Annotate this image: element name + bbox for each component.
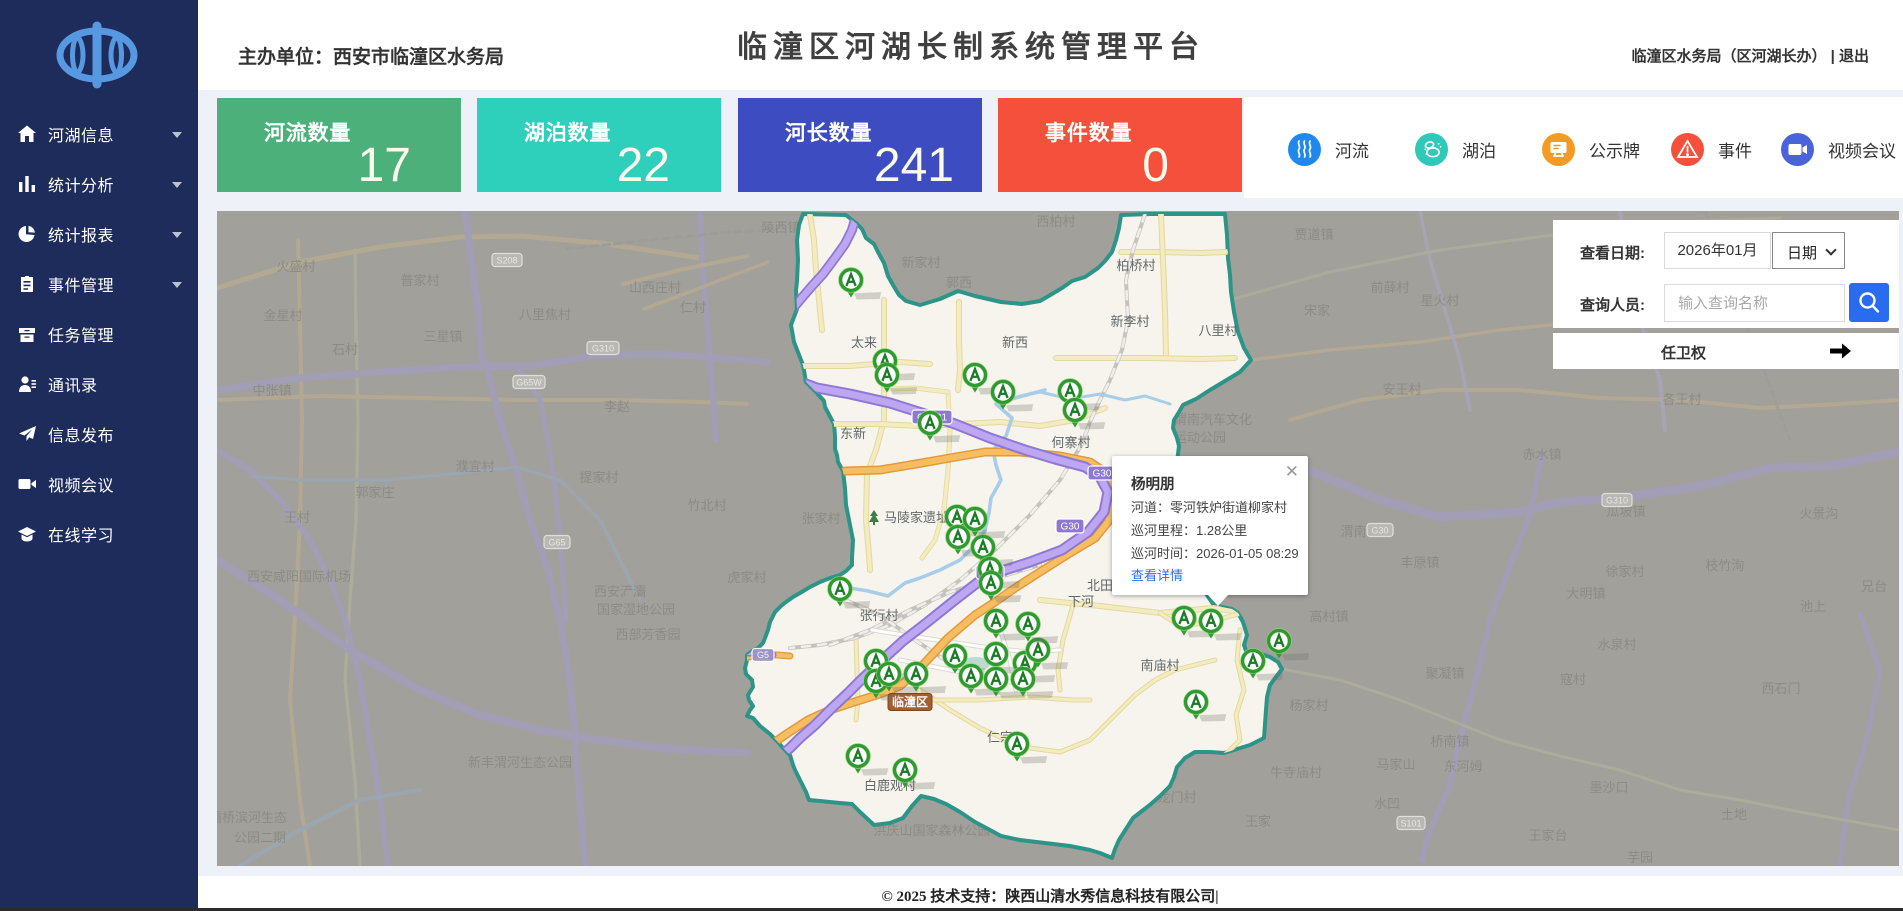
svg-text:提家村: 提家村 (579, 470, 618, 485)
svg-text:灞桥滨河生态: 灞桥滨河生态 (217, 810, 287, 825)
svg-text:G30: G30 (1093, 469, 1112, 480)
svg-text:金星村: 金星村 (263, 308, 302, 323)
svg-text:新家村: 新家村 (901, 255, 940, 270)
svg-text:运动公园: 运动公园 (1174, 430, 1226, 445)
svg-text:芋园: 芋园 (1627, 850, 1653, 865)
svg-text:S101: S101 (1400, 818, 1421, 828)
svg-text:东河姆: 东河姆 (1443, 759, 1482, 774)
svg-text:聚凝镇: 聚凝镇 (1425, 666, 1464, 681)
svg-text:寇村: 寇村 (1560, 672, 1586, 687)
svg-text:东新: 东新 (840, 426, 866, 441)
svg-text:石村: 石村 (332, 342, 358, 357)
svg-text:陵西镇: 陵西镇 (761, 220, 800, 235)
svg-text:南庙村: 南庙村 (1140, 658, 1179, 673)
svg-text:前薛村: 前薛村 (1370, 280, 1409, 295)
svg-text:枝竹洵: 枝竹洵 (1705, 558, 1744, 573)
svg-text:桥南镇: 桥南镇 (1430, 734, 1469, 749)
svg-text:西石门: 西石门 (1761, 681, 1800, 696)
svg-text:G65W: G65W (516, 377, 542, 387)
svg-text:G310: G310 (1606, 495, 1628, 505)
svg-text:水泉村: 水泉村 (1597, 637, 1636, 652)
svg-text:王家: 王家 (1245, 814, 1271, 829)
svg-text:八里焦村: 八里焦村 (519, 307, 571, 322)
svg-text:下河: 下河 (1068, 594, 1094, 609)
svg-text:国家湿地公园: 国家湿地公园 (597, 602, 675, 617)
svg-text:西柏村: 西柏村 (1036, 214, 1075, 229)
svg-text:杨家村: 杨家村 (1289, 698, 1328, 713)
svg-text:郭西: 郭西 (946, 275, 972, 290)
svg-text:安王村: 安王村 (1382, 382, 1421, 397)
svg-text:马家山: 马家山 (1376, 757, 1415, 772)
svg-text:丰原镇: 丰原镇 (1400, 555, 1439, 570)
svg-text:墨沙口: 墨沙口 (1589, 780, 1628, 795)
svg-text:火景沟: 火景沟 (1799, 506, 1838, 521)
svg-text:普家村: 普家村 (400, 273, 439, 288)
svg-text:洪庆山国家森林公园: 洪庆山国家森林公园 (873, 823, 990, 838)
svg-text:赤水镇: 赤水镇 (1522, 447, 1561, 462)
svg-text:郭家庄: 郭家庄 (355, 485, 394, 500)
svg-text:公园二期: 公园二期 (234, 830, 286, 845)
svg-text:高村镇: 高村镇 (1309, 609, 1348, 624)
svg-text:王村: 王村 (284, 510, 310, 525)
svg-text:渭南汽车文化: 渭南汽车文化 (1174, 412, 1252, 427)
svg-text:S208: S208 (496, 255, 517, 265)
svg-text:王家台: 王家台 (1528, 828, 1567, 843)
svg-text:宋家: 宋家 (1304, 303, 1330, 318)
svg-text:八里村: 八里村 (1198, 323, 1237, 338)
svg-text:G30: G30 (1061, 522, 1080, 533)
svg-text:李赵: 李赵 (604, 399, 630, 414)
svg-text:张家村: 张家村 (801, 511, 840, 526)
svg-text:新李村: 新李村 (1110, 314, 1149, 329)
svg-text:G5: G5 (757, 650, 769, 660)
svg-text:新西: 新西 (1002, 335, 1028, 350)
svg-text:火盛村: 火盛村 (276, 259, 315, 274)
svg-text:西部芳香园: 西部芳香园 (615, 627, 680, 642)
svg-text:池上: 池上 (1800, 599, 1826, 614)
svg-text:水凹: 水凹 (1374, 796, 1400, 811)
svg-text:竹北村: 竹北村 (687, 498, 726, 513)
svg-text:虎家村: 虎家村 (727, 570, 766, 585)
svg-text:星火村: 星火村 (1420, 293, 1459, 308)
svg-text:土地: 土地 (1721, 807, 1747, 822)
svg-text:各王村: 各王村 (1662, 392, 1701, 407)
svg-text:太来: 太来 (851, 335, 877, 350)
svg-text:何寨村: 何寨村 (1051, 435, 1090, 450)
svg-text:兄台: 兄台 (1861, 579, 1887, 594)
svg-text:柏桥村: 柏桥村 (1116, 258, 1155, 273)
svg-text:三星镇: 三星镇 (423, 329, 462, 344)
svg-text:大明镇: 大明镇 (1566, 586, 1605, 601)
svg-text:徐家村: 徐家村 (1605, 564, 1644, 579)
svg-text:北田: 北田 (1087, 578, 1113, 593)
svg-text:山西庄村: 山西庄村 (629, 280, 681, 295)
svg-text:牛寺庙村: 牛寺庙村 (1270, 765, 1322, 780)
svg-text:张行村: 张行村 (859, 608, 898, 623)
svg-text:西安浐灞: 西安浐灞 (594, 584, 646, 599)
svg-text:G30: G30 (1371, 525, 1388, 535)
svg-text:新丰渭河生态公园: 新丰渭河生态公园 (468, 755, 572, 770)
svg-text:G65: G65 (548, 537, 565, 547)
svg-text:濮宜村: 濮宜村 (455, 459, 494, 474)
svg-text:贾道镇: 贾道镇 (1294, 227, 1333, 242)
svg-text:中张镇: 中张镇 (252, 383, 291, 398)
svg-text:西安咸阳国际机场: 西安咸阳国际机场 (247, 569, 351, 584)
svg-text:仁村: 仁村 (680, 300, 706, 315)
svg-text:G310: G310 (592, 343, 614, 353)
